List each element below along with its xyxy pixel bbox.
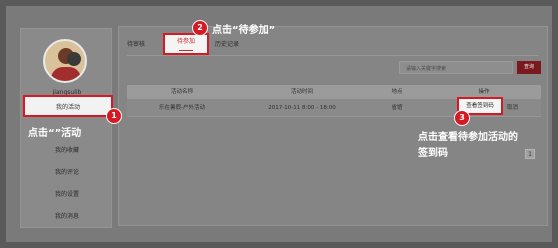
sidebar-item-comments[interactable]: 我的评论	[21, 167, 113, 176]
search-input[interactable]: 请输入关键字搜索	[399, 61, 513, 74]
row-activity-location: 省馆	[391, 105, 403, 111]
step-3-badge: 3	[454, 110, 470, 126]
tab-pending-review[interactable]: 待审核	[127, 39, 145, 48]
active-tab-underline	[179, 49, 193, 51]
sidebar-item-my-activities[interactable]: 我的活动	[23, 95, 113, 117]
tab-history[interactable]: 历史记录	[215, 39, 239, 48]
tab-to-attend[interactable]: 待参加	[163, 33, 209, 55]
tab-divider	[127, 55, 539, 56]
sidebar-item-settings[interactable]: 我的设置	[21, 189, 113, 198]
sidebar-item-messages[interactable]: 我的消息	[21, 211, 113, 220]
page-frame: jiangsulib 我的活动 我的收藏 我的评论 我的设置 我的消息 待审核 …	[6, 6, 552, 242]
pagination-current[interactable]: 1	[525, 149, 535, 159]
search-button[interactable]: 查询	[517, 61, 541, 74]
header-name: 活动名称	[170, 89, 193, 95]
user-avatar[interactable]	[43, 39, 87, 83]
step-3-note-line1: 点击查看待参加活动的	[418, 132, 518, 143]
header-location: 地点	[391, 89, 403, 95]
step-2-note: 点击“待参加”	[212, 25, 276, 36]
sidebar-item-favorites[interactable]: 我的收藏	[21, 145, 113, 154]
step-2-badge: 2	[192, 20, 208, 36]
tab-to-attend-label: 待参加	[176, 38, 195, 45]
header-time: 活动时间	[290, 89, 313, 95]
activity-table: 活动名称 活动时间 地点 操作 乐在暑假-户外活动 2017-10-11 8:0…	[127, 85, 541, 117]
step-1-badge: 1	[106, 108, 122, 124]
cancel-link[interactable]: 取消	[507, 99, 518, 117]
content-panel: 待审核 待参加 历史记录 请输入关键字搜索 查询 活动名称 活动时间 地点 操作…	[118, 26, 548, 226]
step-3-note-line2: 签到码	[418, 148, 448, 159]
step-1-note: 点击“”活动	[28, 128, 82, 139]
row-activity-name[interactable]: 乐在暑假-户外活动	[127, 99, 237, 117]
row-activity-time: 2017-10-11 8:00 - 18:00	[268, 105, 336, 111]
